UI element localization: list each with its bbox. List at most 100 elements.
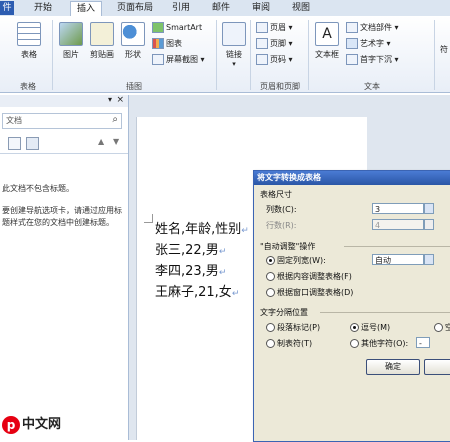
group-separator <box>216 20 217 90</box>
radio-icon <box>266 288 275 297</box>
tab-label: 制表符(T) <box>277 339 313 348</box>
columns-spinner[interactable] <box>424 203 434 214</box>
chart-icon <box>152 38 164 49</box>
ok-button[interactable]: 确定 <box>366 359 420 375</box>
dropdown-arrow-icon: ▾ <box>286 23 293 32</box>
tab-references[interactable]: 引用 <box>168 1 194 15</box>
navigation-pane: ▾ × 文档 ⌕ ▲ ▼ 此文档不包含标题。 要创建导航选项卡，请通过应用标题样… <box>0 95 129 440</box>
comma-option[interactable]: 逗号(M) <box>350 322 390 333</box>
margin-marker <box>144 214 153 223</box>
tab-view[interactable]: 视图 <box>288 1 314 15</box>
tab-insert[interactable]: 插入 <box>70 1 102 17</box>
radio-icon <box>266 339 275 348</box>
group-label-text: 文本 <box>364 82 380 91</box>
tab-page-layout[interactable]: 页面布局 <box>112 1 158 15</box>
quickparts-icon <box>346 22 358 33</box>
wordart-button[interactable]: 艺术字 ▾ <box>346 38 391 50</box>
line-text: 李四,23,男 <box>155 264 219 279</box>
dialog-title-bar[interactable]: 将文字转换成表格 <box>254 171 450 185</box>
radio-icon <box>434 323 443 332</box>
insert-picture-button[interactable]: 图片 <box>58 22 84 60</box>
dropdown-arrow-icon: ▾ <box>286 39 293 48</box>
headings-view-icon[interactable] <box>8 137 21 150</box>
textbox-label: 文本框 <box>315 50 339 59</box>
footer-button[interactable]: 页脚 ▾ <box>256 38 293 50</box>
chart-button[interactable]: 图表 <box>152 38 182 50</box>
insert-table-button[interactable]: 表格 <box>14 22 44 60</box>
footer-label: 页脚 <box>270 39 286 48</box>
fit-window-label: 根据窗口调整表格(D) <box>277 288 354 297</box>
paragraph-mark-icon: ↵ <box>218 268 227 278</box>
columns-input[interactable]: 3 <box>372 203 424 214</box>
comma-label: 逗号(M) <box>361 323 391 332</box>
navigation-search-input[interactable]: 文档 ⌕ <box>2 113 122 129</box>
paragraph-mark-option[interactable]: 段落标记(P) <box>266 322 320 333</box>
cancel-button[interactable] <box>424 359 450 375</box>
table-size-heading: 表格尺寸 <box>260 190 292 199</box>
tab-file[interactable]: 件 <box>0 1 14 15</box>
shapes-label: 形状 <box>125 50 141 59</box>
group-divider <box>320 312 450 313</box>
dialog-title: 将文字转换成表格 <box>257 173 321 182</box>
symbols-button[interactable]: 符 <box>437 44 450 55</box>
document-line[interactable]: 姓名,年龄,性别↵ <box>155 218 249 237</box>
fixed-width-option[interactable]: 固定列宽(W): <box>266 255 326 266</box>
header-label: 页眉 <box>270 23 286 32</box>
link-icon <box>222 22 246 46</box>
header-button[interactable]: 页眉 ▾ <box>256 22 293 34</box>
dropcap-label: 首字下沉 <box>360 55 392 64</box>
tab-option[interactable]: 制表符(T) <box>266 338 312 349</box>
close-icon[interactable]: × <box>116 95 124 105</box>
chart-label: 图表 <box>166 39 182 48</box>
pane-options-icon[interactable]: ▾ <box>108 95 112 104</box>
space-option[interactable]: 空 <box>434 322 450 333</box>
fit-content-option[interactable]: 根据内容调整表格(F) <box>266 271 352 282</box>
paragraph-mark-icon: ↵ <box>241 226 249 236</box>
links-label: 链接 <box>226 50 242 59</box>
other-char-input[interactable]: - <box>416 337 430 348</box>
insert-table-label: 表格 <box>21 50 37 59</box>
header-icon <box>256 22 268 33</box>
tab-home[interactable]: 开始 <box>28 1 58 15</box>
paragraph-mark-icon: ↵ <box>231 289 240 299</box>
dropcap-button[interactable]: 首字下沉 ▾ <box>346 54 399 66</box>
previous-arrow-icon[interactable]: ▲ <box>98 137 104 146</box>
pages-view-icon[interactable] <box>26 137 39 150</box>
rows-input: 4 <box>372 219 424 230</box>
group-label-illustrations: 插图 <box>126 82 142 91</box>
logo-icon: p <box>2 415 20 434</box>
screenshot-button[interactable]: 屏幕截图 ▾ <box>152 54 205 66</box>
group-label-header-footer: 页眉和页脚 <box>260 82 300 91</box>
radio-icon <box>266 323 275 332</box>
next-arrow-icon[interactable]: ▼ <box>113 137 119 146</box>
page-number-button[interactable]: 页码 ▾ <box>256 54 293 66</box>
fixed-width-spinner[interactable] <box>424 254 434 265</box>
quickparts-button[interactable]: 文档部件 ▾ <box>346 22 399 34</box>
tab-review[interactable]: 审阅 <box>248 1 274 15</box>
radio-selected-icon <box>350 323 359 332</box>
document-line[interactable]: 王麻子,21,女↵ <box>155 281 239 300</box>
smartart-button[interactable]: SmartArt <box>152 22 202 34</box>
page-number-icon <box>256 54 268 65</box>
rows-spinner <box>424 219 434 230</box>
line-text: 姓名,年龄,性别 <box>155 222 242 237</box>
screenshot-icon <box>152 54 164 65</box>
fixed-width-input[interactable]: 自动 <box>372 254 424 265</box>
other-char-option[interactable]: 其他字符(O): <box>350 338 408 349</box>
links-button[interactable]: 链接 ▾ <box>220 22 248 68</box>
picture-icon <box>59 22 83 46</box>
footer-icon <box>256 38 268 49</box>
textbox-button[interactable]: A 文本框 <box>312 22 342 60</box>
group-divider <box>344 246 450 247</box>
group-separator <box>434 20 435 90</box>
document-line[interactable]: 李四,23,男↵ <box>155 260 226 279</box>
textbox-icon: A <box>315 22 339 46</box>
fit-window-option[interactable]: 根据窗口调整表格(D) <box>266 287 353 298</box>
tab-mailings[interactable]: 邮件 <box>208 1 234 15</box>
paragraph-mark-label: 段落标记(P) <box>277 323 321 332</box>
search-icon[interactable]: ⌕ <box>112 114 118 125</box>
insert-shapes-button[interactable]: 形状 <box>120 22 146 60</box>
group-label-tables: 表格 <box>20 82 36 91</box>
insert-clipart-button[interactable]: 剪贴画 <box>86 22 118 60</box>
document-line[interactable]: 张三,22,男↵ <box>155 239 226 258</box>
